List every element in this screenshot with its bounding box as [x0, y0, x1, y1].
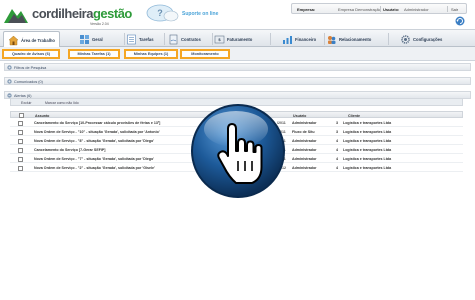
divider — [324, 33, 325, 45]
row-count: 3 — [336, 121, 338, 125]
mark-unread-button[interactable]: Marcar como não lido — [45, 101, 79, 105]
row-user: Administrador — [292, 157, 317, 161]
divider — [270, 33, 271, 45]
tasks-icon — [127, 34, 136, 44]
row-count: 4 — [336, 157, 338, 161]
row-user: Administrador — [292, 121, 317, 125]
grid-icon — [80, 34, 89, 44]
row-count: 4 — [336, 148, 338, 152]
row-user: Fluxo de Situ — [292, 130, 315, 134]
company-value[interactable]: Empresa Demonstração — [338, 7, 381, 12]
company-label: Empresa: — [297, 7, 316, 12]
row-count: 3 — [336, 130, 338, 134]
nav-label: Contratos — [181, 36, 201, 42]
expand-icon — [7, 79, 12, 84]
row-checkbox[interactable] — [18, 156, 23, 162]
svg-text:?: ? — [157, 8, 163, 18]
nav-tarefas[interactable]: Tarefas — [126, 31, 154, 47]
people-icon — [328, 35, 336, 44]
divider — [388, 33, 389, 45]
finance-icon — [283, 35, 292, 44]
contracts-icon — [169, 34, 178, 44]
section-title: Alertas (6) — [14, 93, 32, 98]
row-client: Logística e transportes Ltda — [343, 130, 392, 134]
user-label: Usuário: — [383, 7, 400, 12]
settings-icon — [401, 34, 410, 44]
col-user[interactable]: Usuário — [293, 114, 306, 118]
nav-contratos[interactable]: Contratos — [168, 31, 201, 47]
row-client: Logística e transportes Ltda — [343, 166, 392, 170]
tab-minhas-equipes[interactable]: Minhas Equipes (1) — [124, 49, 178, 59]
section-filters[interactable]: Filtros de Pesquisa — [4, 63, 471, 71]
tab-quadro-de-avisos[interactable]: Quadro de Avisos (6) — [2, 49, 60, 59]
divider — [380, 6, 381, 12]
tab-minhas-tarefas[interactable]: Minhas Tarefas (1) — [68, 49, 120, 59]
section-title: Filtros de Pesquisa — [14, 65, 47, 70]
nav-faturamento[interactable]: $ Faturamento — [214, 31, 252, 47]
nav-label: Geral — [92, 36, 103, 42]
invoice-icon: $ — [214, 35, 225, 43]
row-user: Administrador — [292, 166, 317, 170]
nav-configuracoes[interactable]: Configurações — [400, 31, 442, 47]
nav-label: Tarefas — [139, 36, 154, 42]
row-user: Administrador — [292, 148, 317, 152]
row-count: 4 — [336, 139, 338, 143]
nav-label: Área de Trabalho — [21, 37, 55, 43]
nav-geral[interactable]: Geral — [79, 31, 103, 47]
select-all-checkbox[interactable] — [19, 113, 24, 118]
nav-area-de-trabalho[interactable]: Área de Trabalho — [3, 31, 60, 48]
app-header: cordilheiragestão Versão 2.04 ? Suporte … — [0, 0, 475, 28]
row-client: Logística e transportes Ltda — [343, 157, 392, 161]
row-checkbox[interactable] — [18, 147, 23, 153]
support-label: Suporte on line — [182, 11, 219, 17]
divider — [124, 33, 125, 45]
chat-bubble-icon: ? — [146, 4, 179, 22]
nav-financeiro[interactable]: Financeiro — [282, 31, 316, 47]
nav-label: Faturamento — [227, 36, 253, 42]
home-icon — [8, 35, 19, 45]
nav-label: Configurações — [413, 36, 443, 42]
row-checkbox[interactable] — [18, 129, 23, 135]
sub-tabs: Quadro de Avisos (6) Minhas Tarefas (1) … — [0, 47, 475, 61]
row-client: Logística e transportes Ltda — [343, 148, 392, 152]
refresh-icon[interactable] — [455, 16, 465, 26]
divider — [164, 33, 165, 45]
row-checkbox[interactable] — [18, 120, 23, 126]
expand-icon — [7, 65, 12, 70]
section-title: Comunicados (0) — [14, 79, 43, 84]
row-checkbox[interactable] — [18, 138, 23, 144]
col-client[interactable]: Cliente — [348, 114, 360, 118]
row-checkbox[interactable] — [18, 165, 23, 171]
mountain-logo-icon — [4, 9, 28, 23]
row-user: Administrador — [292, 139, 317, 143]
col-subject[interactable]: Assunto — [35, 114, 49, 118]
support-link[interactable]: ? Suporte on line — [146, 4, 266, 24]
logout-link[interactable]: Sair — [451, 7, 458, 12]
divider — [447, 6, 448, 12]
section-comments[interactable]: Comunicados (0) — [4, 77, 471, 85]
tab-monitoramento[interactable]: Monitoramento — [180, 49, 230, 59]
brand-logo[interactable]: cordilheiragestão Versão 2.04 — [2, 3, 132, 27]
row-client: Logística e transportes Ltda — [343, 139, 392, 143]
divider — [212, 33, 213, 45]
nav-relacionamento[interactable]: Relacionamento — [326, 31, 371, 47]
row-client: Logística e transportes Ltda — [343, 121, 392, 125]
brand-version: Versão 2.04 — [90, 22, 109, 26]
hand-cursor-badge-icon — [191, 104, 285, 198]
row-count: 4 — [336, 166, 338, 170]
nav-label: Relacionamento — [339, 36, 372, 42]
delete-button[interactable]: Excluir — [21, 101, 32, 105]
brand-name: cordilheiragestão — [32, 6, 132, 21]
user-bar: Empresa: Empresa Demonstração Usuário: A… — [291, 3, 467, 14]
nav-label: Financeiro — [295, 36, 317, 42]
main-nav: Área de Trabalho Geral Tarefas Contratos… — [0, 29, 475, 48]
user-value[interactable]: Administrador — [404, 7, 429, 12]
